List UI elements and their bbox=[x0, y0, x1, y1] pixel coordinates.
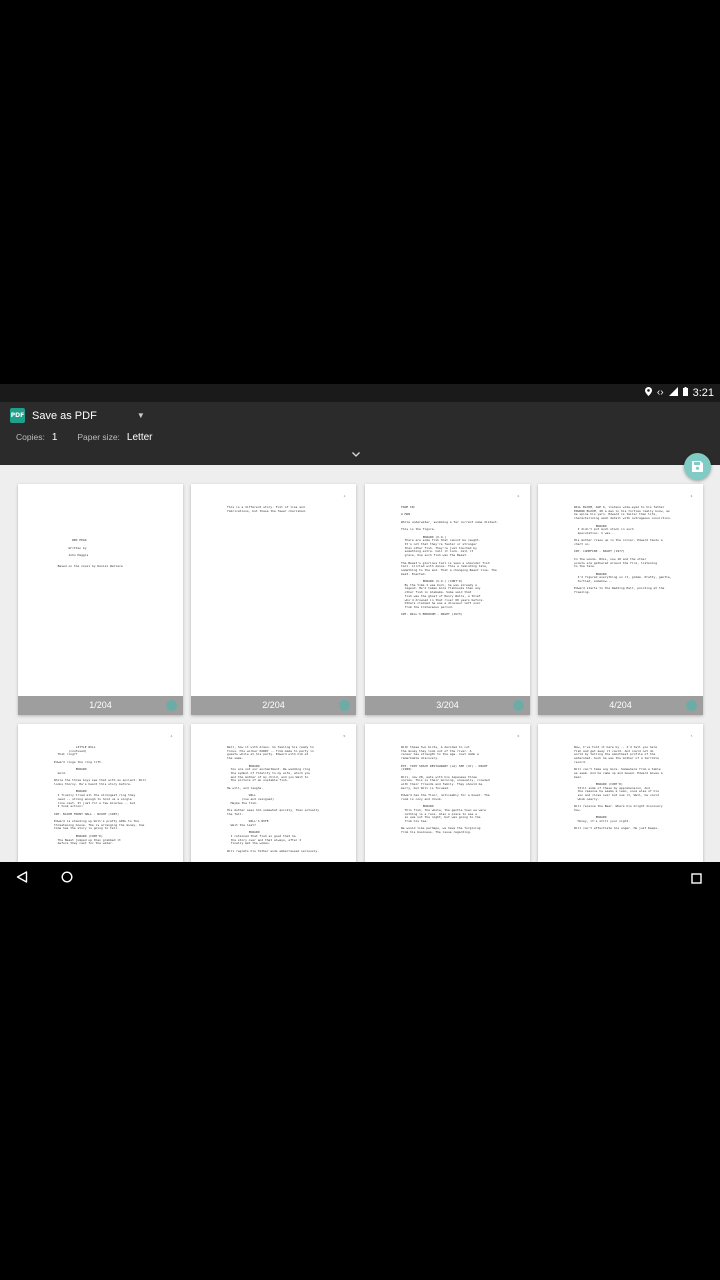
print-options: Copies: 1 Paper size: Letter bbox=[16, 432, 153, 443]
page-thumbnail[interactable]: 6. With these two birds, A decided to cut… bbox=[365, 724, 530, 862]
page-thumbnail[interactable]: 2. FADE IN: A MAN While underwater, swimm… bbox=[365, 484, 530, 715]
page-label: 3/204 bbox=[436, 700, 459, 710]
home-icon[interactable] bbox=[61, 870, 73, 888]
page-thumbnail[interactable]: 7. Now, I've told it here by -- I'd tell … bbox=[538, 724, 703, 862]
signal-icon bbox=[668, 387, 678, 399]
battery-icon bbox=[682, 387, 688, 399]
paper-size-selector[interactable]: Letter bbox=[127, 432, 153, 443]
expand-options-icon[interactable] bbox=[352, 450, 360, 459]
data-arrows-icon: ‹› bbox=[656, 387, 664, 398]
save-pdf-button[interactable] bbox=[684, 453, 711, 480]
page-text: WILL BLOOM, AGE 6, listens wide-eyed to … bbox=[574, 505, 672, 595]
destination-selector[interactable]: PDF Save as PDF ▼ bbox=[10, 408, 145, 423]
page-label: 4/204 bbox=[609, 700, 632, 710]
save-icon bbox=[692, 461, 703, 472]
page-text: With these two birds, A decided to cut t… bbox=[401, 745, 490, 835]
back-icon[interactable] bbox=[16, 870, 28, 888]
dropdown-caret-icon: ▼ bbox=[136, 411, 145, 420]
page-text: FADE IN: A MAN While underwater, swimmin… bbox=[401, 505, 499, 617]
page-number: 3. bbox=[690, 494, 693, 498]
pdf-icon: PDF bbox=[10, 408, 25, 423]
page-select-check-icon[interactable] bbox=[686, 700, 697, 711]
navigation-bar bbox=[0, 862, 720, 892]
page-footer: 3/204 bbox=[365, 696, 530, 715]
page-text: This is a different story. Full of lies … bbox=[227, 505, 307, 513]
page-number: 1. bbox=[343, 494, 346, 498]
page-number: 6. bbox=[517, 734, 520, 738]
recents-icon[interactable] bbox=[691, 871, 702, 889]
page-footer: 4/204 bbox=[538, 696, 703, 715]
location-icon bbox=[644, 387, 652, 399]
page-thumbnail[interactable]: 3. WILL BLOOM, AGE 6, listens wide-eyed t… bbox=[538, 484, 703, 715]
page-text: Now, I've told it here by -- I'd tell yo… bbox=[574, 745, 663, 831]
page-footer: 2/204 bbox=[191, 696, 356, 715]
page-text: LITTLE WILL (confused) That ring?? Edwar… bbox=[54, 745, 147, 846]
print-options-header: PDF Save as PDF ▼ Copies: 1 Paper size: … bbox=[0, 402, 720, 465]
page-footer: 1/204 bbox=[18, 696, 183, 715]
page-number: 7. bbox=[690, 734, 693, 738]
paper-size-label: Paper size: bbox=[77, 432, 120, 442]
page-select-check-icon[interactable] bbox=[513, 700, 524, 711]
status-time: 3:21 bbox=[692, 387, 714, 399]
status-bar: ‹› 3:21 bbox=[0, 384, 720, 402]
page-thumbnail[interactable]: 4. LITTLE WILL (confused) That ring?? Ed… bbox=[18, 724, 183, 862]
page-thumbnail[interactable]: 1. This is a different story. Full of lie… bbox=[191, 484, 356, 715]
page-number: 2. bbox=[517, 494, 520, 498]
page-thumbnail[interactable]: RED PEAK Written by John Haggis Based on… bbox=[18, 484, 183, 715]
page-thumbnail[interactable]: 5. Well, how it with drawn. Is feeling hi… bbox=[191, 724, 356, 862]
page-text: Well, how it with drawn. Is feeling his … bbox=[227, 745, 320, 853]
destination-label: Save as PDF bbox=[32, 409, 97, 422]
page-number: 5. bbox=[343, 734, 346, 738]
page-number: 4. bbox=[170, 734, 173, 738]
copies-label: Copies: bbox=[16, 432, 45, 442]
screen: ‹› 3:21 PDF Save as PDF ▼ Copies: 1 Pape… bbox=[0, 384, 720, 862]
page-label: 1/204 bbox=[89, 700, 112, 710]
page-label: 2/204 bbox=[262, 700, 285, 710]
copies-field[interactable]: 1 bbox=[52, 432, 58, 443]
page-select-check-icon[interactable] bbox=[339, 700, 350, 711]
page-text: RED PEAK Written by John Haggis Based on… bbox=[57, 538, 123, 569]
page-select-check-icon[interactable] bbox=[166, 700, 177, 711]
